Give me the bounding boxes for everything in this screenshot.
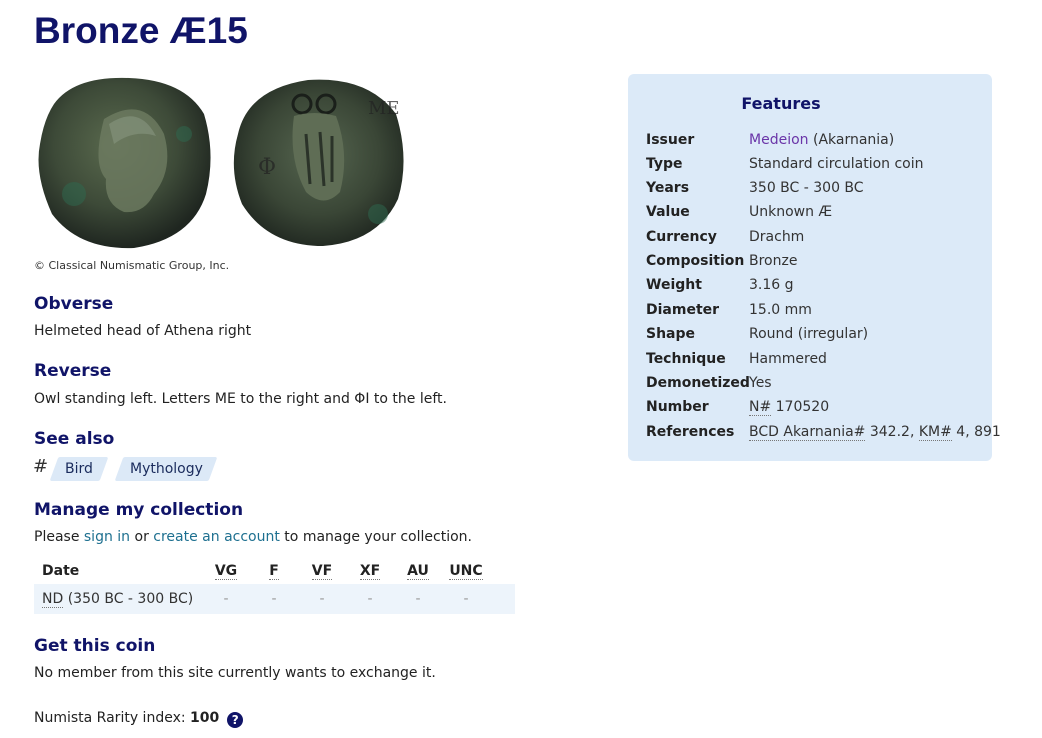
tag-mythology[interactable]: Mythology xyxy=(114,457,218,481)
features-heading: Features xyxy=(741,94,821,113)
manage-collection-heading: Manage my collection xyxy=(34,500,244,520)
grade-cell[interactable]: - xyxy=(442,584,490,614)
numista-number-abbr[interactable]: N# xyxy=(749,399,772,416)
grade-cell[interactable]: - xyxy=(250,584,298,614)
date-column-header: Date xyxy=(42,563,80,579)
help-icon[interactable]: ? xyxy=(227,712,244,728)
grade-f-header[interactable]: F xyxy=(250,558,298,584)
obverse-heading: Obverse xyxy=(34,294,114,314)
manage-collection-text: Please sign in or create an account to m… xyxy=(34,529,472,545)
issuer-link[interactable]: Medeion xyxy=(749,132,809,148)
grade-table: Date VG F VF XF AU UNC ND (350 BC - 300 … xyxy=(34,558,515,614)
obverse-description: Helmeted head of Athena right xyxy=(34,323,252,339)
grade-xf-header[interactable]: XF xyxy=(346,558,394,584)
rarity-index: Numista Rarity index: 100? xyxy=(34,710,244,728)
image-copyright: © Classical Numismatic Group, Inc. xyxy=(34,259,230,272)
svg-text:Φ: Φ xyxy=(258,155,276,180)
nd-abbreviation[interactable]: ND xyxy=(42,591,64,608)
grade-cell[interactable]: - xyxy=(346,584,394,614)
reverse-image[interactable]: Φ ΜΕ xyxy=(228,74,408,252)
reference-bcd-abbr[interactable]: BCD Akarnania# xyxy=(749,424,866,441)
sign-in-link[interactable]: sign in xyxy=(84,529,130,545)
grade-table-header: Date VG F VF XF AU UNC xyxy=(34,558,515,584)
svg-text:ΜΕ: ΜΕ xyxy=(368,98,400,119)
get-coin-heading: Get this coin xyxy=(34,636,156,656)
create-account-link[interactable]: create an account xyxy=(153,529,280,545)
get-coin-text: No member from this site currently wants… xyxy=(34,665,436,681)
tag-bird[interactable]: Bird xyxy=(49,457,109,481)
grade-vg-header[interactable]: VG xyxy=(202,558,250,584)
reverse-heading: Reverse xyxy=(34,361,112,381)
grade-unc-header[interactable]: UNC xyxy=(442,558,490,584)
page-title: Bronze Æ15 xyxy=(34,10,248,51)
hashtag-icon: # xyxy=(33,456,49,477)
grade-cell[interactable]: - xyxy=(202,584,250,614)
grade-cell[interactable]: - xyxy=(394,584,442,614)
table-row: ND (350 BC - 300 BC) - - - - - - xyxy=(34,584,515,614)
grade-au-header[interactable]: AU xyxy=(394,558,442,584)
reverse-description: Owl standing left. Letters ΜΕ to the rig… xyxy=(34,391,447,407)
reference-km-abbr[interactable]: KM# xyxy=(918,424,952,441)
see-also-heading: See also xyxy=(34,429,115,449)
features-panel: Features Issuer Medeion (Akarnania) Type… xyxy=(628,74,1001,461)
grade-cell[interactable]: - xyxy=(298,584,346,614)
date-cell: ND (350 BC - 300 BC) xyxy=(34,584,202,614)
rarity-value: 100 xyxy=(190,710,220,726)
grade-vf-header[interactable]: VF xyxy=(298,558,346,584)
obverse-image[interactable] xyxy=(34,74,214,252)
